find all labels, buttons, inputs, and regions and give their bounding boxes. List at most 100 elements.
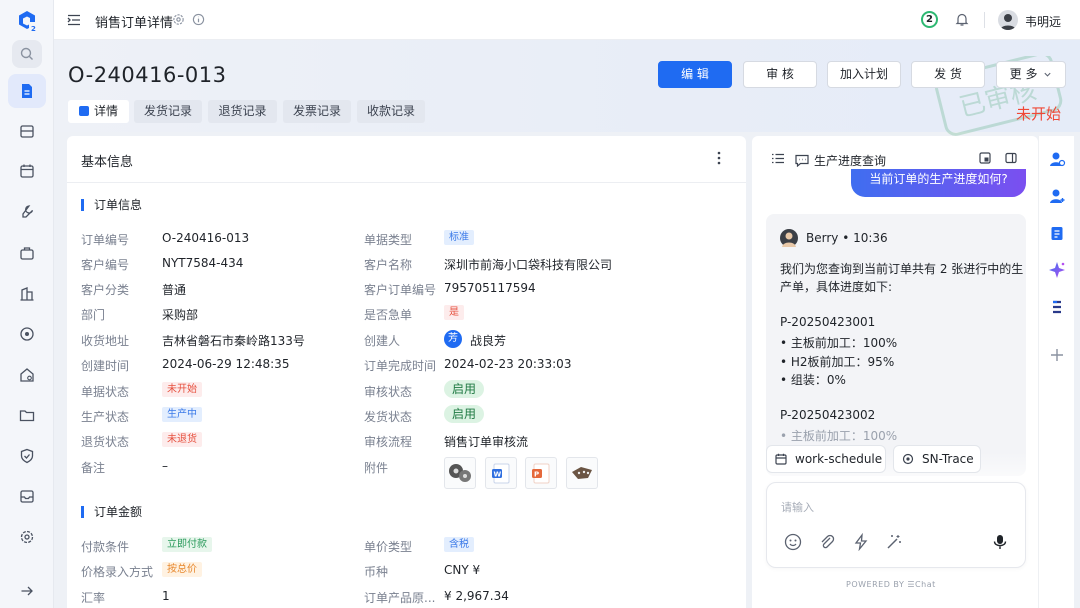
field-label: 客户分类 <box>81 283 130 297</box>
message-line: • 组装：0% <box>780 373 846 387</box>
status-badge: 生产中 <box>162 407 202 422</box>
menu-toggle-icon[interactable] <box>67 13 81 27</box>
tab-return-records[interactable]: 退货记录 <box>208 100 277 123</box>
field-label: 价格录入方式 <box>81 565 154 579</box>
field-label: 客户订单编号 <box>364 283 437 297</box>
ship-button[interactable]: 发 货 <box>911 61 985 88</box>
field-label: 是否急单 <box>364 308 413 322</box>
window-icon[interactable] <box>979 152 991 164</box>
message-line: P-20250423001 <box>780 315 876 329</box>
message-line: • 主板前加工：100% <box>780 429 898 443</box>
search-icon[interactable] <box>18 45 38 65</box>
field-value: 2024-06-29 12:48:35 <box>162 357 290 371</box>
split-panel-icon[interactable] <box>1005 152 1017 164</box>
list-icon[interactable] <box>772 153 784 164</box>
field-value: 1 <box>162 589 170 603</box>
target-icon <box>902 453 914 465</box>
user-message: 当前订单的生产进度如何? <box>851 169 1026 197</box>
mailbox-icon[interactable] <box>17 486 37 506</box>
calendar-icon <box>775 453 787 465</box>
field-label: 客户名称 <box>364 258 413 272</box>
magic-wand-icon[interactable] <box>885 533 903 551</box>
field-value: O-240416-013 <box>162 231 250 245</box>
stack-icon[interactable] <box>1048 298 1066 316</box>
attachment-icon[interactable] <box>818 533 836 551</box>
edit-button[interactable]: 编 辑 <box>658 61 732 88</box>
price-mode-badge: 按总价 <box>162 562 202 577</box>
sn-trace-chip[interactable]: SN-Trace <box>893 445 981 473</box>
chat-title-text: 生产进度查询 <box>814 154 887 168</box>
more-options-icon[interactable] <box>717 151 721 165</box>
bag-icon[interactable] <box>17 243 37 263</box>
home-settings-icon[interactable] <box>17 365 37 385</box>
user-add-icon[interactable] <box>1048 187 1066 205</box>
chat-input[interactable]: 请输入 <box>766 482 1026 568</box>
field-label: 生产状态 <box>81 410 130 424</box>
progress-badge[interactable]: 2 <box>921 11 938 28</box>
field-label: 部门 <box>81 308 106 322</box>
field-value: 销售订单审核流 <box>444 435 529 449</box>
section-title-order-info: 订单信息 <box>81 199 142 211</box>
payment-badge: 立即付款 <box>162 537 212 552</box>
field-value: 普通 <box>162 283 187 297</box>
building-icon[interactable] <box>17 284 37 304</box>
work-schedule-chip[interactable]: work-schedule <box>766 445 886 473</box>
expand-arrow-icon[interactable] <box>17 581 37 601</box>
svg-text:2: 2 <box>31 25 36 33</box>
tab-payment-records[interactable]: 收款记录 <box>357 100 425 123</box>
more-dropdown[interactable]: 更 多 <box>996 61 1066 88</box>
settings-gear-icon[interactable] <box>17 527 37 547</box>
field-label: 订单产品原... <box>364 591 436 605</box>
bell-icon[interactable] <box>954 11 970 27</box>
user-name[interactable]: 韦明远 <box>1025 13 1061 30</box>
divider <box>984 12 985 28</box>
add-icon[interactable] <box>1048 346 1066 364</box>
tab-label: 详情 <box>93 104 118 118</box>
target-icon[interactable] <box>17 324 37 344</box>
attachment-image-thumbnail[interactable] <box>444 457 476 489</box>
chip-label: SN-Trace <box>922 452 974 466</box>
lightning-icon[interactable] <box>852 533 870 551</box>
wrench-icon[interactable] <box>17 202 37 222</box>
message-line: 我们为您查询到当前订单共有 2 张进行中的生 <box>780 262 1024 276</box>
gear-icon[interactable] <box>172 13 185 26</box>
svg-text:P: P <box>534 471 539 479</box>
tab-invoice-records[interactable]: 发票记录 <box>283 100 351 123</box>
right-toolbar <box>1038 136 1074 608</box>
status-badge: 未开始 <box>162 382 202 397</box>
sparkle-ai-icon[interactable] <box>1048 261 1066 279</box>
field-label: 退货状态 <box>81 435 130 449</box>
message-line: • H2板前加工：95% <box>780 355 895 369</box>
powerpoint-file-icon[interactable]: P <box>525 457 557 489</box>
review-button[interactable]: 审 核 <box>743 61 817 88</box>
info-icon[interactable] <box>192 13 205 26</box>
order-status-text: 未开始 <box>1016 105 1062 123</box>
top-bar: 销售订单详情 2 韦明远 <box>54 0 1080 40</box>
user-avatar[interactable] <box>998 10 1018 30</box>
calendar-icon[interactable] <box>17 161 37 181</box>
inbox-icon[interactable] <box>17 121 37 141</box>
field-value: 战良芳 <box>470 334 507 348</box>
app-logo-icon[interactable]: 2 <box>15 9 39 33</box>
clipboard-icon[interactable] <box>1048 224 1066 242</box>
user-profile-icon[interactable] <box>1048 150 1066 168</box>
tab-shipping-records[interactable]: 发货记录 <box>134 100 202 123</box>
field-label: 创建人 <box>364 334 401 348</box>
add-plan-button[interactable]: 加入计划 <box>827 61 901 88</box>
emoji-icon[interactable] <box>784 533 802 551</box>
tab-details[interactable]: 详情 <box>68 100 129 123</box>
shield-icon[interactable] <box>17 446 37 466</box>
chip-label: work-schedule <box>795 452 883 466</box>
field-value: NYT7584-434 <box>162 256 244 270</box>
document-icon[interactable] <box>17 81 37 101</box>
field-label: 单据状态 <box>81 385 130 399</box>
field-label: 创建时间 <box>81 359 130 373</box>
attachment-image-thumbnail[interactable] <box>566 457 598 489</box>
word-file-icon[interactable]: W <box>485 457 517 489</box>
chevron-down-icon <box>1043 70 1052 79</box>
field-value: 吉林省磐石市秦岭路133号 <box>162 334 305 348</box>
microphone-icon[interactable] <box>991 533 1009 551</box>
folder-icon[interactable] <box>17 405 37 425</box>
document-icon <box>78 106 89 116</box>
powered-by-text: POWERED BY ☰Chat <box>846 580 936 589</box>
